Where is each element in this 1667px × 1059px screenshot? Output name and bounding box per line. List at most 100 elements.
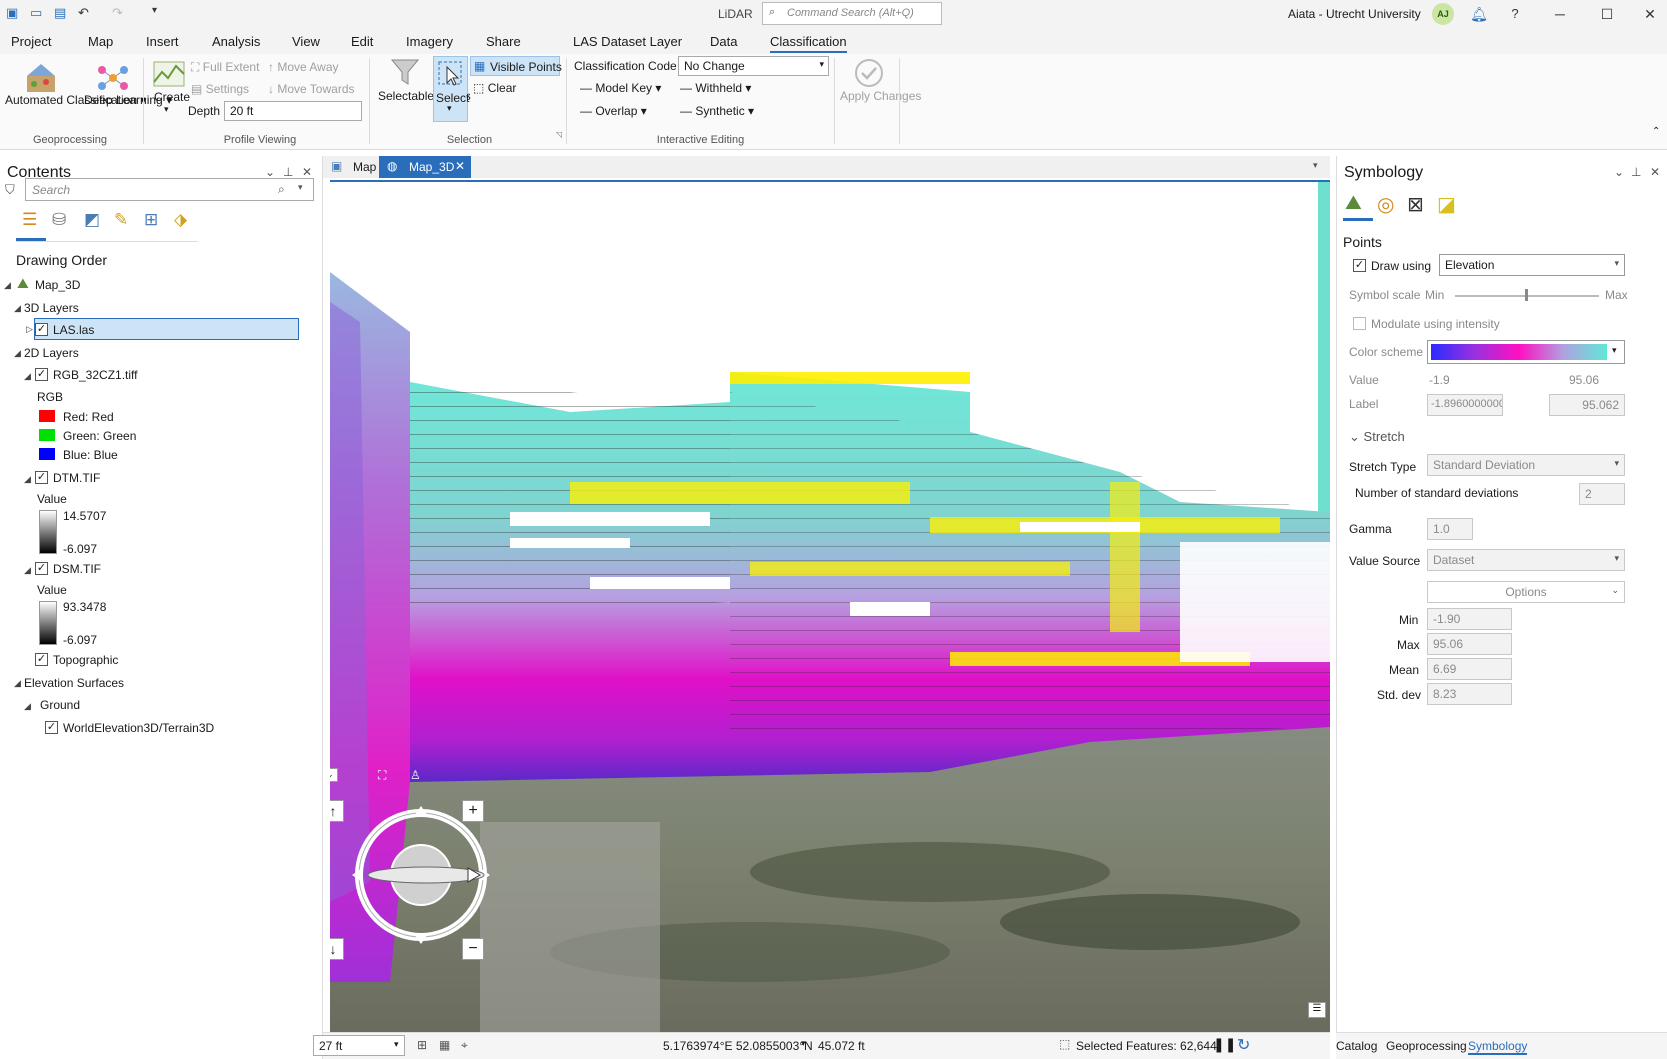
collapse-icon[interactable]: ◢ bbox=[14, 348, 21, 359]
gamma-input[interactable]: 1.0 bbox=[1427, 518, 1473, 540]
tab-list-dropdown-icon[interactable]: ▾ bbox=[1313, 160, 1318, 171]
clear-selection-button[interactable]: ⬚ Clear bbox=[473, 81, 516, 95]
las-visibility-checkbox[interactable]: ✓ bbox=[35, 323, 48, 336]
edges-symbology-tab-icon[interactable]: ⊠ bbox=[1407, 192, 1424, 217]
rgb-visibility-checkbox[interactable]: ✓ bbox=[35, 368, 48, 381]
save-icon[interactable]: ▤ bbox=[54, 5, 66, 21]
color-scheme-select[interactable]: ▾ bbox=[1427, 340, 1625, 364]
tab-project[interactable]: Project bbox=[11, 34, 51, 49]
collapse-icon[interactable]: ◢ bbox=[24, 565, 31, 576]
options-dropdown[interactable]: Options ⌄ bbox=[1427, 581, 1625, 603]
expand-icon[interactable]: ▷ bbox=[26, 324, 33, 335]
close-window-button[interactable]: ✕ bbox=[1635, 2, 1665, 26]
dsm-visibility-checkbox[interactable]: ✓ bbox=[35, 562, 48, 575]
create-profile-button[interactable]: Create bbox=[154, 90, 190, 104]
stretch-type-select[interactable]: Standard Deviation ▾ bbox=[1427, 454, 1625, 476]
list-by-labeling-icon[interactable]: ⬗ bbox=[174, 210, 187, 230]
model-key-button[interactable]: — Model Key ▾ bbox=[580, 81, 661, 95]
app-logo-icon[interactable]: ▣ bbox=[6, 5, 18, 21]
classification-code-select[interactable]: No Change ▾ bbox=[678, 56, 829, 76]
label-min-input[interactable]: -1.8960000000 bbox=[1427, 394, 1503, 416]
pin-icon[interactable]: ⊥ bbox=[283, 165, 293, 179]
avatar[interactable]: AJ bbox=[1432, 3, 1454, 25]
command-search-input[interactable]: ⌕ Command Search (Alt+Q) bbox=[762, 2, 942, 25]
depth-input[interactable]: 20 ft bbox=[224, 101, 362, 121]
synthetic-button[interactable]: — Synthetic ▾ bbox=[680, 104, 754, 118]
list-by-snapping-icon[interactable]: ⊞ bbox=[144, 210, 158, 230]
elevation-surfaces-group[interactable]: Elevation Surfaces bbox=[24, 676, 124, 690]
terrain-visibility-checkbox[interactable]: ✓ bbox=[45, 721, 58, 734]
attribution-icon[interactable]: ☰ bbox=[1308, 1002, 1326, 1018]
value-source-select[interactable]: Dataset ▾ bbox=[1427, 549, 1625, 571]
surface-symbology-tab-icon[interactable]: ◎ bbox=[1377, 192, 1394, 217]
tab-analysis[interactable]: Analysis bbox=[212, 34, 260, 49]
tab-classification[interactable]: Classification bbox=[770, 34, 847, 53]
filter-symbology-tab-icon[interactable]: ◪ bbox=[1437, 192, 1456, 217]
pause-drawing-icon[interactable]: ❚❚ bbox=[1213, 1036, 1236, 1053]
move-towards-button[interactable]: ↓ Move Towards bbox=[268, 82, 355, 96]
automated-classification-button[interactable]: Automated Classification ▾ bbox=[5, 94, 146, 107]
layer-rgb-label[interactable]: RGB_32CZ1.tiff bbox=[53, 368, 137, 382]
contents-search-input[interactable]: Search ⌕ ▾ bbox=[25, 178, 314, 201]
full-extent-button[interactable]: ⛶ Full Extent bbox=[191, 60, 259, 75]
open-folder-icon[interactable]: ▭ bbox=[30, 5, 42, 21]
visible-points-button[interactable]: ▦ Visible Points bbox=[470, 56, 562, 76]
tab-edit[interactable]: Edit bbox=[351, 34, 373, 49]
tab-geoprocessing[interactable]: Geoprocessing bbox=[1386, 1039, 1467, 1053]
tab-share[interactable]: Share bbox=[486, 34, 521, 49]
grid-icon[interactable]: ⊞ bbox=[417, 1038, 427, 1052]
tab-view[interactable]: View bbox=[292, 34, 320, 49]
tab-symbology[interactable]: Symbology bbox=[1468, 1039, 1528, 1055]
tab-insert[interactable]: Insert bbox=[146, 34, 179, 49]
maximize-button[interactable]: ☐ bbox=[1592, 2, 1622, 26]
map-3d-viewport[interactable]: ⌄ ↑ ↓ + − ⛶ ♙ ☰ bbox=[330, 180, 1330, 1032]
symbol-scale-slider-thumb[interactable] bbox=[1525, 289, 1528, 301]
point-symbology-tab-icon[interactable]: ⛰ bbox=[1345, 192, 1362, 215]
customize-toolbar-icon[interactable]: ▾ bbox=[152, 5, 157, 16]
pane-options-icon[interactable]: ⌄ bbox=[1614, 165, 1624, 179]
list-by-data-source-icon[interactable]: ⛁ bbox=[52, 210, 66, 230]
modulate-intensity-checkbox[interactable] bbox=[1353, 317, 1366, 330]
tab-map-3d-view[interactable]: ◍ Map_3D ✕ bbox=[379, 156, 471, 178]
user-name[interactable]: Aiata - Utrecht University bbox=[1288, 7, 1421, 21]
stretch-section-toggle[interactable]: ⌄ Stretch bbox=[1349, 429, 1405, 445]
navigator[interactable] bbox=[346, 800, 496, 950]
3d-layers-group[interactable]: 3D Layers bbox=[24, 301, 79, 315]
dtm-visibility-checkbox[interactable]: ✓ bbox=[35, 471, 48, 484]
table-icon[interactable]: ▦ bbox=[439, 1038, 450, 1052]
notifications-icon[interactable]: 🔔︎ bbox=[1464, 2, 1494, 26]
refresh-icon[interactable]: ↻ bbox=[1237, 1035, 1250, 1055]
draw-using-checkbox[interactable]: ✓ bbox=[1353, 259, 1366, 272]
topographic-visibility-checkbox[interactable]: ✓ bbox=[35, 653, 48, 666]
list-by-drawing-order-icon[interactable]: ☰ bbox=[22, 210, 37, 230]
draw-using-select[interactable]: Elevation ▾ bbox=[1439, 254, 1625, 276]
selected-features-count[interactable]: Selected Features: 62,644 bbox=[1076, 1039, 1217, 1053]
tab-catalog[interactable]: Catalog bbox=[1336, 1039, 1377, 1053]
snapping-icon[interactable]: ⌖ bbox=[461, 1038, 468, 1053]
layer-topographic-label[interactable]: Topographic bbox=[53, 653, 118, 667]
collapse-navigator-icon[interactable]: ⌄ bbox=[330, 768, 338, 782]
collapse-ribbon-icon[interactable]: ⌃ bbox=[1652, 126, 1660, 137]
withheld-button[interactable]: — Withheld ▾ bbox=[680, 81, 751, 95]
zoom-in-button[interactable]: + bbox=[462, 800, 484, 822]
collapse-icon[interactable]: ◢ bbox=[4, 280, 11, 291]
help-button[interactable]: ? bbox=[1500, 2, 1530, 26]
undo-icon[interactable]: ↶ bbox=[78, 5, 89, 21]
selectable-points-button[interactable]: Selectable Points bbox=[378, 90, 471, 103]
collapse-icon[interactable]: ◢ bbox=[24, 701, 31, 712]
coordinate-format-dropdown-icon[interactable]: ▾ bbox=[801, 1038, 806, 1049]
label-max-input[interactable]: 95.062 bbox=[1549, 394, 1625, 416]
close-pane-icon[interactable]: ✕ bbox=[302, 165, 312, 179]
tab-las-dataset-layer[interactable]: LAS Dataset Layer bbox=[573, 34, 682, 49]
settings-button[interactable]: ▤ Settings bbox=[191, 82, 249, 96]
pin-icon[interactable]: ⊥ bbox=[1631, 165, 1641, 179]
collapse-icon[interactable]: ◢ bbox=[24, 474, 31, 485]
tilt-down-button[interactable]: ↓ bbox=[330, 938, 344, 960]
full-extent-nav-icon[interactable]: ⛶ bbox=[378, 768, 386, 783]
scale-select[interactable]: 27 ft ▾ bbox=[313, 1035, 405, 1056]
collapse-icon[interactable]: ◢ bbox=[14, 678, 21, 689]
ground-surface[interactable]: Ground bbox=[40, 698, 80, 712]
tilt-up-button[interactable]: ↑ bbox=[330, 800, 344, 822]
minimize-button[interactable]: ─ bbox=[1545, 2, 1575, 26]
num-std-dev-input[interactable]: 2 bbox=[1579, 483, 1625, 505]
